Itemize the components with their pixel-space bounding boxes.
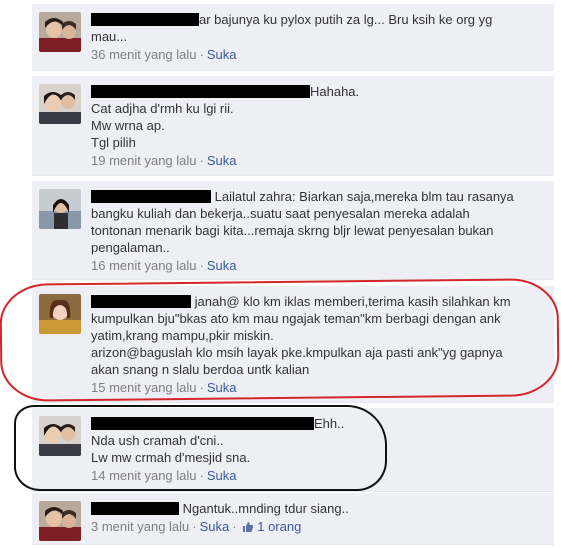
comment-item: Hahaha. Cat adjha d'rmh ku lgi rii. Mw w…	[32, 76, 554, 176]
comment-item: Ngantuk..mnding tdur siang.. 3 menit yan…	[32, 493, 554, 545]
black-annotation-circle	[14, 405, 387, 491]
thumbs-up-icon	[242, 520, 254, 537]
comment-text: Cat adjha d'rmh ku lgi rii.	[91, 101, 234, 116]
like-link[interactable]: Suka	[207, 47, 237, 62]
comment-text: tontonan menarik bagi kita...remaja skrn…	[91, 223, 494, 238]
comment-text: bangku kuliah dan bekerja..suatu saat pe…	[91, 206, 470, 221]
avatar[interactable]	[39, 501, 81, 541]
like-count-link[interactable]: 1 orang	[257, 519, 301, 534]
like-link[interactable]: Suka	[207, 258, 237, 273]
redacted-name	[91, 502, 179, 515]
comment-text: Tgl pilih	[91, 135, 136, 150]
comment-time[interactable]: 3 menit yang lalu	[91, 519, 189, 534]
avatar[interactable]	[39, 12, 81, 52]
avatar[interactable]	[39, 84, 81, 124]
comment-text: Mw wrna ap.	[91, 118, 165, 133]
redacted-name	[91, 85, 310, 98]
comment-time[interactable]: 19 menit yang lalu	[91, 153, 197, 168]
comment-text: Ngantuk..mnding tdur siang..	[182, 501, 349, 516]
comment-text: pengalaman..	[91, 240, 170, 255]
redacted-name	[91, 190, 211, 203]
comment-text: Lailatul zahra: Biarkan saja,mereka blm …	[214, 189, 514, 204]
comment-time[interactable]: 16 menit yang lalu	[91, 258, 197, 273]
comment-time[interactable]: 36 menit yang lalu	[91, 47, 197, 62]
like-link[interactable]: Suka	[207, 153, 237, 168]
comment-item: ar bajunya ku pylox putih za lg... Bru k…	[32, 4, 554, 71]
redacted-name	[91, 13, 199, 26]
avatar[interactable]	[39, 189, 81, 229]
red-annotation-circle	[0, 278, 560, 402]
comment-text: mau...	[91, 29, 128, 44]
comment-item: Lailatul zahra: Biarkan saja,mereka blm …	[32, 181, 554, 280]
comment-text: ar bajunya ku pylox putih za lg... Bru k…	[199, 12, 493, 27]
comment-text: Hahaha.	[310, 84, 360, 99]
like-link[interactable]: Suka	[200, 519, 230, 534]
